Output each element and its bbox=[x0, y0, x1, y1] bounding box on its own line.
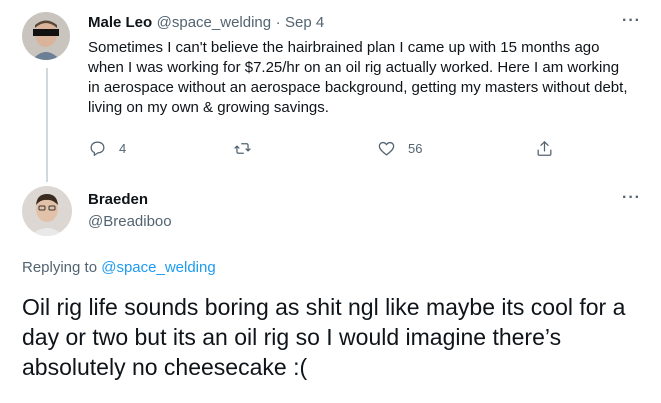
tweet-text: Sometimes I can't believe the hairbraine… bbox=[88, 39, 628, 116]
censor-bar bbox=[33, 29, 59, 36]
author-handle[interactable]: @space_welding bbox=[157, 14, 271, 31]
avatar-photo bbox=[22, 12, 70, 60]
reply-author-name[interactable]: Braeden bbox=[88, 191, 148, 208]
male-leo-avatar[interactable] bbox=[22, 12, 70, 60]
replying-to-handle-link[interactable]: @space_welding bbox=[101, 259, 215, 276]
retweet-icon bbox=[234, 143, 251, 154]
reply-author-handle[interactable]: @Breadiboo bbox=[88, 213, 172, 230]
reply-button[interactable]: 4 bbox=[88, 139, 126, 158]
reply-text: Oil rig life sounds boring as shit ngl l… bbox=[22, 294, 626, 380]
heart-icon bbox=[378, 141, 395, 156]
more-options-icon[interactable]: ··· bbox=[622, 12, 641, 30]
tweet-date[interactable]: Sep 4 bbox=[285, 14, 324, 31]
retweet-button[interactable] bbox=[233, 139, 252, 158]
author-name[interactable]: Male Leo bbox=[88, 14, 152, 31]
reply-icon bbox=[90, 141, 105, 156]
like-button[interactable]: 56 bbox=[377, 139, 422, 158]
tweet-header: Male Leo @space_welding · Sep 4 bbox=[88, 14, 324, 32]
replying-to-label: Replying to bbox=[22, 259, 98, 276]
share-icon bbox=[537, 141, 552, 156]
share-button[interactable] bbox=[535, 139, 554, 158]
reply-count: 4 bbox=[119, 141, 127, 156]
braeden-avatar[interactable] bbox=[22, 186, 72, 236]
like-count: 56 bbox=[408, 141, 423, 156]
reply-more-options-icon[interactable]: ··· bbox=[622, 189, 641, 207]
separator-dot: · bbox=[275, 14, 281, 31]
thread-connector-line bbox=[46, 68, 48, 182]
avatar-photo bbox=[22, 186, 72, 236]
replying-to-line: Replying to @space_welding bbox=[22, 259, 216, 276]
